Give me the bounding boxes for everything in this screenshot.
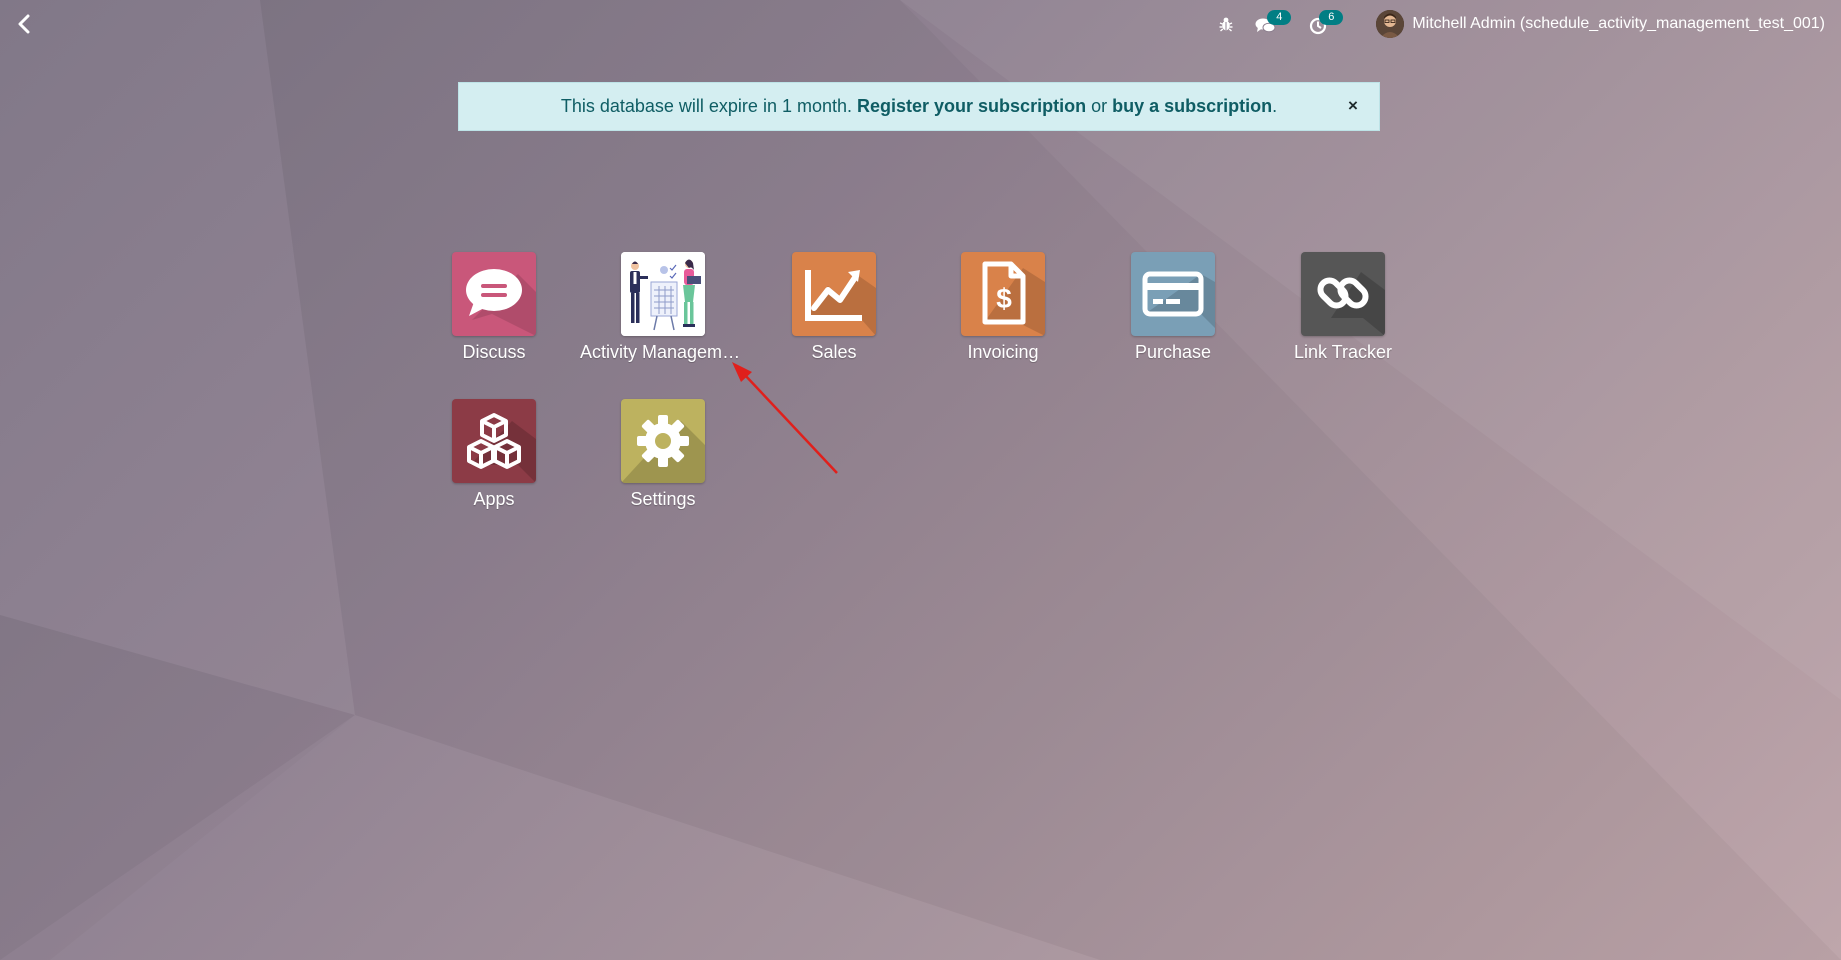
app-apps[interactable]: Apps — [409, 399, 579, 529]
background-facets — [0, 0, 1841, 960]
app-label: Discuss — [462, 342, 526, 362]
activities-count-badge: 6 — [1319, 10, 1344, 25]
app-purchase-tile — [1131, 252, 1215, 336]
bug-icon — [1219, 17, 1233, 32]
app-discuss-tile — [452, 252, 536, 336]
systray: 4 6 Mitchell Admin (schedule_activity_ma… — [1198, 8, 1825, 40]
banner-or-text: or — [1091, 96, 1108, 116]
messages-menu-button[interactable]: 4 — [1254, 8, 1292, 40]
svg-text:$: $ — [996, 283, 1012, 314]
activities-menu-button[interactable]: 6 — [1306, 8, 1344, 40]
app-invoicing[interactable]: $ Invoicing — [918, 252, 1088, 382]
app-discuss[interactable]: Discuss — [409, 252, 579, 382]
activity-illustration-icon — [621, 252, 705, 336]
avatar — [1376, 10, 1405, 38]
user-name: Mitchell Admin (schedule_activity_manage… — [1412, 15, 1825, 32]
app-label: Invoicing — [967, 342, 1039, 362]
register-subscription-link[interactable]: Register your subscription — [857, 96, 1086, 117]
app-apps-tile — [452, 399, 536, 483]
chevron-left-icon — [18, 14, 30, 34]
trend-chart-icon — [805, 270, 876, 336]
link-icon — [1317, 272, 1385, 336]
cubes-icon — [467, 413, 536, 483]
app-activity-management-tile — [621, 252, 705, 336]
app-settings-tile — [621, 399, 705, 483]
back-button[interactable] — [12, 12, 36, 36]
top-bar: 4 6 Mitchell Admin (schedule_activity_ma… — [0, 0, 1841, 48]
banner-period: . — [1272, 96, 1278, 116]
buy-subscription-link[interactable]: buy a subscription — [1112, 96, 1272, 117]
gear-icon — [621, 415, 705, 483]
app-label: Link Tracker — [1293, 342, 1393, 362]
app-link-tracker[interactable]: Link Tracker — [1258, 252, 1428, 382]
subscription-expiry-banner: This database will expire in 1 month. Re… — [458, 82, 1380, 131]
app-label: Sales — [811, 342, 857, 362]
app-link-tracker-tile — [1301, 252, 1385, 336]
chat-bubble-icon — [466, 269, 536, 336]
app-sales-tile — [792, 252, 876, 336]
credit-card-icon — [1142, 271, 1215, 328]
app-activity-management[interactable]: Activity Management — [578, 252, 748, 382]
app-invoicing-tile: $ — [961, 252, 1045, 336]
messages-count-badge: 4 — [1267, 10, 1292, 25]
user-menu[interactable]: Mitchell Admin (schedule_activity_manage… — [1376, 10, 1825, 38]
invoice-dollar-icon: $ — [982, 261, 1045, 336]
app-sales[interactable]: Sales — [749, 252, 919, 382]
banner-text: This database will expire in 1 month. — [560, 96, 852, 116]
app-purchase[interactable]: Purchase — [1088, 252, 1258, 382]
close-banner-button[interactable]: × — [1343, 96, 1363, 116]
annotation-arrow — [732, 362, 838, 474]
debug-menu-button[interactable] — [1216, 8, 1236, 40]
app-label: Activity Management — [580, 342, 746, 362]
app-settings[interactable]: Settings — [578, 399, 748, 529]
app-label: Settings — [630, 489, 696, 509]
app-label: Purchase — [1134, 342, 1212, 362]
app-label: Apps — [473, 489, 515, 509]
